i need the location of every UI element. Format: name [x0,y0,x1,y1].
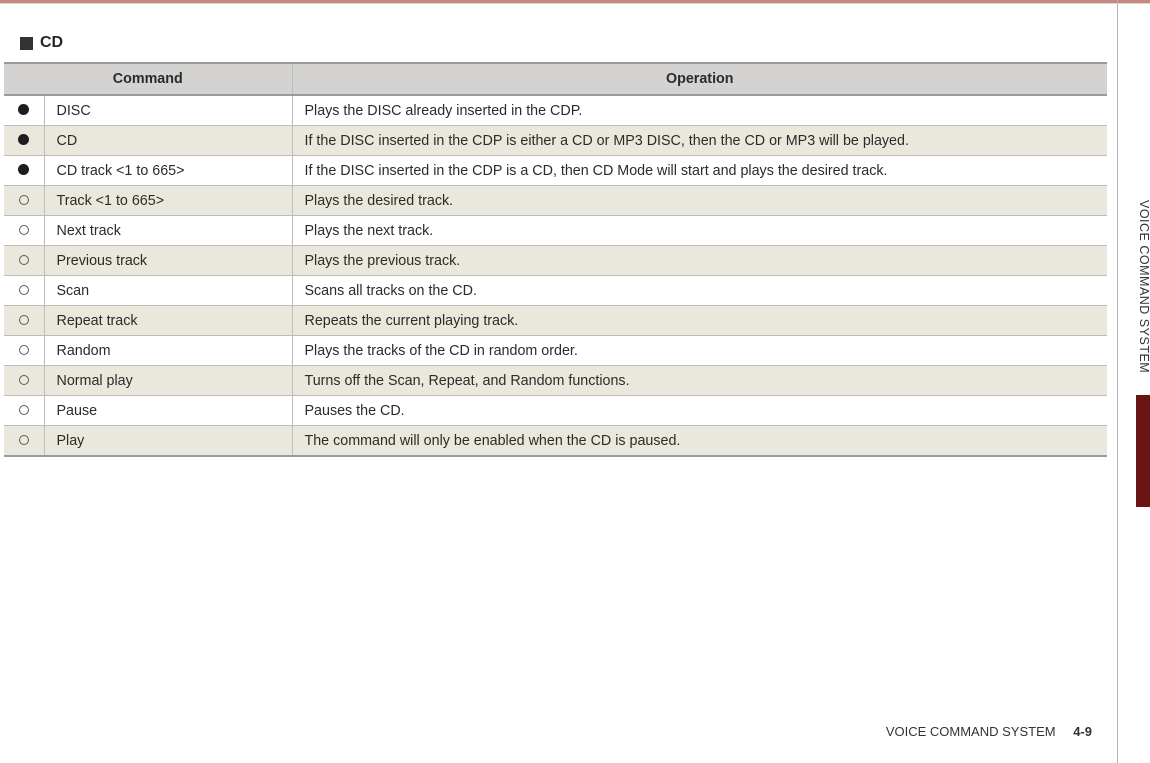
page-content: CD Command Operation DISCPlays the DISC … [0,20,1107,457]
table-row: PausePauses the CD. [4,396,1107,426]
row-command: Previous track [44,246,292,276]
row-icon-cell [4,156,44,186]
command-table: Command Operation DISCPlays the DISC alr… [4,62,1107,457]
empty-circle-icon [19,405,29,415]
empty-circle-icon [19,225,29,235]
col-header-command: Command [4,63,292,95]
row-command: DISC [44,95,292,126]
empty-circle-icon [19,375,29,385]
empty-circle-icon [19,315,29,325]
row-icon-cell [4,426,44,457]
row-command: Next track [44,216,292,246]
footer-section: VOICE COMMAND SYSTEM [886,724,1056,739]
empty-circle-icon [19,285,29,295]
table-row: Track <1 to 665>Plays the desired track. [4,186,1107,216]
table-row: Normal playTurns off the Scan, Repeat, a… [4,366,1107,396]
row-operation: Plays the tracks of the CD in random ord… [292,336,1107,366]
row-icon-cell [4,126,44,156]
side-tab-accent [1136,395,1150,507]
row-operation: Scans all tracks on the CD. [292,276,1107,306]
row-icon-cell [4,95,44,126]
square-bullet-icon [20,37,33,50]
row-operation: Pauses the CD. [292,396,1107,426]
table-row: RandomPlays the tracks of the CD in rand… [4,336,1107,366]
page-footer: VOICE COMMAND SYSTEM 4-9 [886,724,1092,739]
footer-page-number: 4-9 [1073,724,1092,739]
row-operation: If the DISC inserted in the CDP is a CD,… [292,156,1107,186]
row-operation: Plays the desired track. [292,186,1107,216]
row-command: Track <1 to 665> [44,186,292,216]
row-operation: Plays the next track. [292,216,1107,246]
row-icon-cell [4,186,44,216]
empty-circle-icon [19,195,29,205]
empty-circle-icon [19,435,29,445]
col-header-operation: Operation [292,63,1107,95]
row-operation: Repeats the current playing track. [292,306,1107,336]
command-table-body: DISCPlays the DISC already inserted in t… [4,95,1107,456]
row-command: Play [44,426,292,457]
row-command: Scan [44,276,292,306]
row-operation: Turns off the Scan, Repeat, and Random f… [292,366,1107,396]
row-operation: Plays the DISC already inserted in the C… [292,95,1107,126]
table-row: PlayThe command will only be enabled whe… [4,426,1107,457]
row-operation: Plays the previous track. [292,246,1107,276]
section-title: CD [40,34,63,52]
table-row: Repeat trackRepeats the current playing … [4,306,1107,336]
row-icon-cell [4,246,44,276]
empty-circle-icon [19,255,29,265]
table-row: CD track <1 to 665>If the DISC inserted … [4,156,1107,186]
row-icon-cell [4,306,44,336]
row-icon-cell [4,336,44,366]
row-command: Random [44,336,292,366]
row-command: CD [44,126,292,156]
section-heading: CD [4,20,1107,62]
row-icon-cell [4,216,44,246]
row-command: Normal play [44,366,292,396]
row-icon-cell [4,366,44,396]
side-tab-label: VOICE COMMAND SYSTEM [1118,200,1150,373]
filled-circle-icon [18,104,29,115]
row-operation: If the DISC inserted in the CDP is eithe… [292,126,1107,156]
filled-circle-icon [18,134,29,145]
table-row: Previous trackPlays the previous track. [4,246,1107,276]
side-tab: VOICE COMMAND SYSTEM [1117,0,1150,763]
row-icon-cell [4,276,44,306]
row-command: Pause [44,396,292,426]
row-icon-cell [4,396,44,426]
table-row: DISCPlays the DISC already inserted in t… [4,95,1107,126]
table-row: ScanScans all tracks on the CD. [4,276,1107,306]
table-row: Next trackPlays the next track. [4,216,1107,246]
row-operation: The command will only be enabled when th… [292,426,1107,457]
empty-circle-icon [19,345,29,355]
row-command: CD track <1 to 665> [44,156,292,186]
top-accent-bar-shadow [0,3,1150,4]
table-row: CDIf the DISC inserted in the CDP is eit… [4,126,1107,156]
filled-circle-icon [18,164,29,175]
row-command: Repeat track [44,306,292,336]
